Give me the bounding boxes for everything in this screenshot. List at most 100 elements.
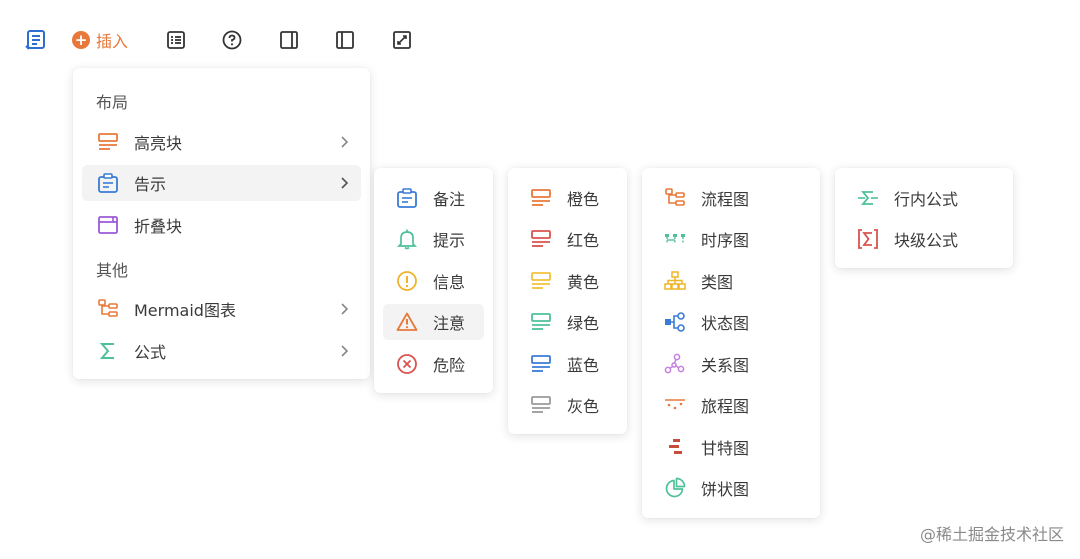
right-sidebar-icon: [280, 31, 298, 49]
chevron-right-icon: [341, 303, 349, 315]
color-submenu: 橙色 红色 黄色 绿色 蓝色 灰色: [508, 168, 627, 434]
menu-item-label: 甘特图: [701, 439, 750, 458]
red-block-icon: [531, 230, 551, 247]
menu-item-gantt[interactable]: 甘特图: [651, 429, 811, 465]
menu-item-journey[interactable]: 旅程图: [651, 387, 811, 423]
highlight-block-icon: [98, 133, 118, 150]
fullscreen-button[interactable]: [390, 27, 414, 53]
class-diagram-icon: [664, 271, 686, 290]
menu-item-label: 高亮块: [134, 134, 183, 153]
menu-item-label: 红色: [567, 231, 600, 250]
menu-item-label: Mermaid图表: [134, 301, 236, 320]
mermaid-chart-icon: [98, 299, 118, 317]
orange-block-icon: [531, 189, 551, 206]
menu-item-label: 时序图: [701, 231, 750, 250]
left-sidebar-icon: [336, 31, 354, 49]
gantt-icon: [669, 439, 682, 454]
menu-item-label: 黄色: [567, 273, 600, 292]
menu-item-note[interactable]: 备注: [383, 180, 484, 216]
menu-item-label: 行内公式: [894, 190, 959, 209]
right-sidebar-button[interactable]: [277, 27, 301, 53]
danger-icon: [397, 354, 417, 374]
help-button[interactable]: [220, 27, 244, 53]
note-icon: [397, 188, 417, 208]
outline-button[interactable]: [24, 27, 48, 53]
menu-item-pie[interactable]: 饼状图: [651, 470, 811, 506]
menu-item-red[interactable]: 红色: [517, 221, 618, 257]
fullscreen-icon: [393, 31, 411, 49]
help-circle-icon: [222, 30, 242, 50]
warning-icon: [396, 312, 418, 331]
chevron-right-icon: [341, 136, 349, 148]
menu-item-label: 告示: [134, 175, 167, 194]
menu-item-label: 旅程图: [701, 397, 750, 416]
menu-item-label: 流程图: [701, 190, 750, 209]
notice-icon: [98, 173, 118, 193]
section-title-other: 其他: [96, 261, 129, 280]
menu-item-sequence[interactable]: 时序图: [651, 221, 811, 257]
chevron-right-icon: [341, 177, 349, 189]
menu-item-blue[interactable]: 蓝色: [517, 346, 618, 382]
state-diagram-icon: [665, 312, 685, 332]
menu-item-info[interactable]: 信息: [383, 263, 484, 299]
insert-label: 插入: [96, 32, 129, 51]
insert-button[interactable]: + 插入: [72, 27, 128, 53]
list-outline-icon: [25, 30, 45, 50]
menu-item-label: 注意: [433, 314, 466, 333]
menu-item-orange[interactable]: 橙色: [517, 180, 618, 216]
green-block-icon: [531, 313, 551, 330]
menu-item-yellow[interactable]: 黄色: [517, 263, 618, 299]
menu-item-label: 状态图: [701, 314, 750, 333]
menu-item-relation[interactable]: 关系图: [651, 346, 811, 382]
menu-item-highlight-block[interactable]: 高亮块: [82, 124, 361, 160]
menu-item-label: 块级公式: [894, 231, 959, 250]
notice-submenu: 备注 提示 信息 注意 危险: [374, 168, 493, 393]
insert-menu: 布局 高亮块 告示 折叠块 其他 Mermaid图表 公式: [73, 68, 370, 379]
journey-icon: [665, 399, 685, 410]
menu-item-label: 提示: [433, 231, 466, 250]
info-icon: [397, 271, 417, 291]
menu-item-label: 危险: [433, 356, 466, 375]
table-of-contents-button[interactable]: [164, 27, 188, 53]
formula-submenu: 行内公式 块级公式: [835, 168, 1013, 268]
menu-item-label: 饼状图: [701, 480, 750, 499]
relation-diagram-icon: [664, 353, 685, 374]
menu-item-label: 折叠块: [134, 217, 183, 236]
yellow-block-icon: [531, 272, 551, 289]
menu-item-label: 橙色: [567, 190, 600, 209]
chevron-right-icon: [341, 345, 349, 357]
menu-item-class[interactable]: 类图: [651, 263, 811, 299]
menu-item-formula[interactable]: 公式: [82, 333, 361, 369]
menu-item-mermaid[interactable]: Mermaid图表: [82, 291, 361, 327]
bell-icon: [396, 229, 418, 250]
left-sidebar-button[interactable]: [333, 27, 357, 53]
menu-item-label: 绿色: [567, 314, 600, 333]
block-formula-icon: [858, 229, 878, 249]
menu-item-flowchart[interactable]: 流程图: [651, 180, 811, 216]
menu-item-inline-formula[interactable]: 行内公式: [844, 180, 1004, 216]
menu-item-notice[interactable]: 告示: [82, 165, 361, 201]
menu-item-label: 信息: [433, 273, 466, 292]
menu-item-green[interactable]: 绿色: [517, 304, 618, 340]
inline-formula-icon: [858, 191, 878, 205]
gray-block-icon: [531, 396, 551, 413]
menu-item-caution[interactable]: 注意: [383, 304, 484, 340]
menu-item-collapse-block[interactable]: 折叠块: [82, 207, 361, 243]
menu-item-label: 蓝色: [567, 356, 600, 375]
menu-item-state[interactable]: 状态图: [651, 304, 811, 340]
table-of-contents-icon: [167, 31, 185, 49]
menu-item-block-formula[interactable]: 块级公式: [844, 221, 1004, 257]
pie-icon: [665, 477, 686, 498]
sigma-icon: [99, 343, 114, 359]
collapse-block-icon: [98, 216, 118, 234]
sequence-icon: [665, 234, 685, 244]
section-title-layout: 布局: [96, 93, 129, 112]
plus-icon: +: [72, 31, 90, 49]
menu-item-label: 关系图: [701, 356, 750, 375]
menu-item-danger[interactable]: 危险: [383, 346, 484, 382]
menu-item-label: 公式: [134, 343, 167, 362]
menu-item-tip[interactable]: 提示: [383, 221, 484, 257]
watermark: @稀土掘金技术社区: [919, 525, 1064, 544]
menu-item-label: 备注: [433, 190, 466, 209]
menu-item-gray[interactable]: 灰色: [517, 387, 618, 423]
